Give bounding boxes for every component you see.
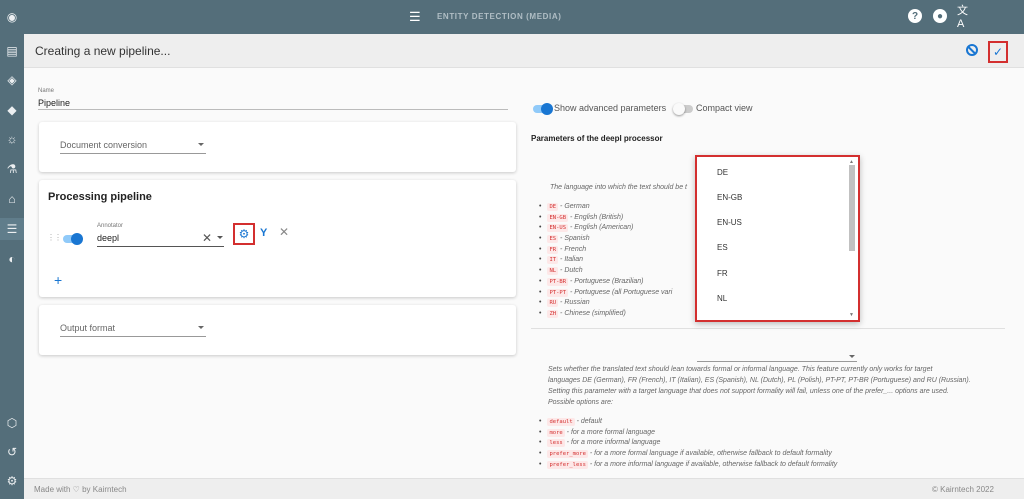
list-item: prefer_less - for a more informal langua…	[547, 460, 837, 471]
account-icon[interactable]: ●	[933, 9, 947, 23]
list-item: FR - French	[547, 245, 672, 256]
annotator-select[interactable]: Annotator deepl ✕	[97, 223, 224, 247]
processing-pipeline-card: Processing pipeline ⋮⋮ Annotator deepl ✕…	[39, 180, 516, 297]
list-item: less - for a more informal language	[547, 438, 837, 449]
list-item: EN-US - English (American)	[547, 223, 672, 234]
drag-handle-icon[interactable]: ⋮⋮	[47, 233, 62, 242]
annotator-settings-button[interactable]: ⚙	[233, 223, 255, 245]
name-value: Pipeline	[38, 98, 71, 108]
help-icon[interactable]: ?	[908, 9, 922, 23]
document-conversion-card: Document conversion	[39, 122, 516, 172]
list-item: PT-PT - Portuguese (all Portuguese vari	[547, 288, 672, 299]
list-item: ES - Spanish	[547, 234, 672, 245]
dropdown-option-en-us[interactable]: EN-US	[717, 218, 742, 227]
list-item: ZH - Chinese (simplified)	[547, 309, 672, 320]
chevron-down-icon	[217, 236, 223, 239]
formality-description-3: Setting this parameter with a target lan…	[548, 388, 949, 395]
annotator-toggle[interactable]	[63, 233, 83, 245]
output-format-placeholder: Output format	[60, 323, 116, 333]
target-lang-description: The language into which the text should …	[550, 184, 687, 191]
settings-icon[interactable]: ⚙	[0, 470, 24, 492]
app-title: ENTITY DETECTION (MEDIA)	[437, 12, 562, 21]
tag-icon[interactable]: ◆	[0, 99, 24, 121]
add-annotator-button[interactable]: +	[54, 272, 62, 288]
page-header: Creating a new pipeline... ✓	[24, 34, 1024, 68]
list-item: default - default	[547, 417, 837, 428]
chevron-down-icon	[198, 326, 204, 329]
cancel-icon[interactable]	[966, 44, 978, 56]
remove-annotator-icon[interactable]: ✕	[279, 225, 289, 239]
document-conversion-select[interactable]: Document conversion	[60, 140, 206, 154]
list-item: more - for a more formal language	[547, 428, 837, 439]
processing-pipeline-title: Processing pipeline	[48, 191, 152, 203]
dropdown-option-es[interactable]: ES	[717, 243, 728, 252]
menu-icon[interactable]: ☰	[409, 10, 421, 24]
target-language-dropdown: DE EN-GB EN-US ES FR NL ▲ ▼	[695, 155, 860, 322]
document-conversion-placeholder: Document conversion	[60, 140, 148, 150]
chevron-down-icon	[849, 355, 855, 358]
list-item: prefer_more - for a more formal language…	[547, 449, 837, 460]
dropdown-option-fr[interactable]: FR	[717, 269, 728, 278]
cube-icon[interactable]: ⬡	[0, 412, 24, 434]
chevron-down-icon	[198, 143, 204, 146]
list-item: IT - Italian	[547, 255, 672, 266]
compass-icon[interactable]: ◈	[0, 69, 24, 91]
logo-icon[interactable]: ◉	[0, 6, 24, 28]
annotator-value: deepl	[97, 233, 120, 243]
gear-icon: ⚙	[238, 227, 250, 241]
check-icon: ✓	[992, 45, 1004, 59]
formality-options-list: default - default more - for a more form…	[547, 417, 837, 470]
formality-description-2: languages DE (German), FR (French), IT (…	[548, 377, 971, 384]
formality-description-1: Sets whether the translated text should …	[548, 366, 933, 373]
output-format-select[interactable]: Output format	[60, 323, 206, 337]
footer-copyright: © Kairntech 2022	[932, 485, 994, 494]
name-field[interactable]: Name Pipeline	[38, 88, 508, 110]
scroll-down-icon[interactable]: ▼	[849, 312, 854, 318]
footer-credit: Made with ♡ by Kairntech	[34, 485, 127, 494]
compact-view-label: Compact view	[696, 103, 753, 113]
save-button[interactable]: ✓	[988, 41, 1008, 63]
sidebar: ◉ ▤ ◈ ◆ ☼ ⚗ ⌂ ☰ ◐ ⬡ ↺ ⚙	[0, 0, 24, 499]
bulb-icon[interactable]: ☼	[0, 128, 24, 150]
document-icon[interactable]: ▤	[0, 40, 24, 62]
show-advanced-toggle[interactable]	[533, 103, 553, 115]
bank-icon[interactable]: ⌂	[0, 188, 24, 210]
divider	[531, 328, 1005, 329]
main-content: Name Pipeline Document conversion Proces…	[24, 68, 1024, 478]
fork-icon[interactable]: Y	[260, 227, 267, 239]
list-item: EN-GB - English (British)	[547, 213, 672, 224]
list-item: PT-BR - Portuguese (Brazilian)	[547, 277, 672, 288]
list-item: DE - German	[547, 202, 672, 213]
list-item: RU - Russian	[547, 298, 672, 309]
show-advanced-label: Show advanced parameters	[554, 103, 667, 113]
eye-icon[interactable]: ◐	[0, 248, 24, 270]
language-list: DE - German EN-GB - English (British) EN…	[547, 202, 672, 320]
history-icon[interactable]: ↺	[0, 441, 24, 463]
list-item: NL - Dutch	[547, 266, 672, 277]
page-title: Creating a new pipeline...	[35, 44, 171, 58]
flask-icon[interactable]: ⚗	[0, 158, 24, 180]
footer: Made with ♡ by Kairntech © Kairntech 202…	[24, 478, 1024, 499]
annotator-label: Annotator	[97, 223, 124, 229]
formality-select[interactable]	[697, 350, 857, 362]
translate-icon[interactable]: 文A	[957, 5, 971, 30]
clear-icon[interactable]: ✕	[202, 231, 212, 245]
dropdown-option-en-gb[interactable]: EN-GB	[717, 193, 742, 202]
compact-view-toggle[interactable]	[673, 103, 693, 115]
dropdown-scrollbar[interactable]	[849, 165, 855, 251]
dropdown-option-nl[interactable]: NL	[717, 294, 727, 303]
top-bar: ☰ ENTITY DETECTION (MEDIA) ? ● 文A	[24, 0, 1024, 34]
formality-description-4: Possible options are:	[548, 399, 613, 406]
params-title: Parameters of the deepl processor	[531, 134, 663, 143]
dropdown-option-de[interactable]: DE	[717, 168, 728, 177]
name-label: Name	[38, 88, 55, 94]
list-icon[interactable]: ☰	[0, 218, 24, 240]
output-format-card: Output format	[39, 305, 516, 355]
